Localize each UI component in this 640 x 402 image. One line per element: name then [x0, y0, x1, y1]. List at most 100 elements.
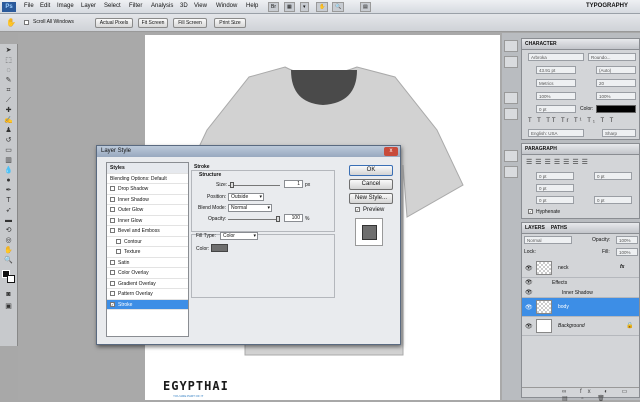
print-size-button[interactable]: Print Size: [214, 18, 246, 28]
style-item-contour[interactable]: Contour: [107, 237, 188, 247]
hand-icon[interactable]: ✋: [316, 2, 329, 12]
opacity-input[interactable]: 100: [284, 214, 303, 222]
leading-field[interactable]: (Auto): [596, 66, 636, 74]
checkbox-icon[interactable]: [110, 217, 115, 223]
style-item-pattern-overlay[interactable]: Pattern Overlay: [107, 289, 188, 300]
quick-mask-icon[interactable]: ◙: [3, 290, 14, 299]
scroll-all-checkbox[interactable]: [24, 20, 32, 26]
dock-clone-source-icon[interactable]: [504, 166, 518, 178]
dialog-titlebar[interactable]: Layer Style x: [97, 146, 400, 157]
3d-orbit-icon[interactable]: ◎: [3, 236, 14, 245]
font-style-select[interactable]: Roundo...: [588, 53, 636, 61]
layer-row-neck[interactable]: 👁 neck fx: [522, 259, 639, 278]
layer-opacity-field[interactable]: 100%: [616, 236, 638, 244]
size-slider-thumb[interactable]: [230, 182, 234, 188]
alignment-buttons[interactable]: ☰☰☰☰☰☰☰: [526, 158, 591, 166]
checkbox-icon[interactable]: [110, 270, 115, 276]
checkbox-icon[interactable]: [110, 207, 115, 213]
visibility-eye-icon[interactable]: 👁: [525, 323, 533, 330]
opacity-slider-thumb[interactable]: [276, 216, 280, 222]
space-after-field[interactable]: 0 pt: [594, 196, 632, 204]
zoom-icon[interactable]: 🔍: [332, 2, 345, 12]
quick-select-tool-icon[interactable]: ✎: [3, 76, 14, 85]
zoom-level-dropdown[interactable]: ▾: [300, 2, 309, 12]
move-tool-icon[interactable]: ➤: [3, 46, 14, 55]
style-item-drop-shadow[interactable]: Drop Shadow: [107, 184, 188, 195]
layers-footer-buttons[interactable]: ∞ fx ◐ ▭ ▤ ▫ 🗑: [522, 387, 639, 402]
close-icon[interactable]: x: [384, 147, 398, 156]
3d-rotate-icon[interactable]: ⟲: [3, 226, 14, 235]
size-input[interactable]: 1: [284, 180, 303, 188]
layer-row-background[interactable]: 👁 Background 🔒: [522, 317, 639, 336]
blending-options-item[interactable]: Blending Options: Default: [107, 174, 188, 184]
arrange-documents-icon[interactable]: ▤: [360, 2, 371, 12]
layer-effect-inner-shadow[interactable]: 👁 Inner Shadow: [522, 288, 639, 298]
visibility-eye-icon[interactable]: 👁: [525, 279, 533, 286]
checkbox-checked-icon[interactable]: ✓: [110, 301, 115, 307]
indent-left-field[interactable]: 0 pt: [536, 172, 574, 180]
checkbox-icon[interactable]: [110, 291, 115, 297]
eyedropper-tool-icon[interactable]: ⟋: [3, 96, 14, 105]
background-color-swatch[interactable]: [7, 275, 15, 283]
crop-tool-icon[interactable]: ⌗: [3, 86, 14, 95]
tab-character[interactable]: CHARACTER: [525, 41, 557, 47]
cancel-button[interactable]: Cancel: [349, 179, 393, 190]
dock-swatches-icon[interactable]: [504, 92, 518, 104]
menu-help[interactable]: Help: [246, 3, 258, 9]
menu-filter[interactable]: Filter: [129, 3, 142, 9]
hand-tool-icon[interactable]: ✋: [6, 18, 16, 27]
gradient-tool-icon[interactable]: ▥: [3, 156, 14, 165]
checkbox-icon[interactable]: [110, 196, 115, 202]
indent-right-field[interactable]: 0 pt: [594, 172, 632, 180]
hand-tool-icon[interactable]: ✋: [3, 246, 14, 255]
dock-history-icon[interactable]: [504, 40, 518, 52]
style-item-bevel-emboss[interactable]: Bevel and Emboss: [107, 226, 188, 237]
ok-button[interactable]: OK: [349, 165, 393, 176]
fill-screen-button[interactable]: Fill Screen: [173, 18, 207, 28]
tab-paragraph[interactable]: PARAGRAPH: [525, 146, 557, 152]
checkbox-icon[interactable]: [110, 228, 115, 234]
space-before-field[interactable]: 0 pt: [536, 196, 574, 204]
styles-header[interactable]: Styles: [107, 163, 188, 174]
layer-row-body[interactable]: 👁 body: [522, 298, 639, 317]
menu-edit[interactable]: Edit: [40, 3, 50, 9]
new-style-button[interactable]: New Style...: [349, 193, 393, 204]
style-item-outer-glow[interactable]: Outer Glow: [107, 205, 188, 216]
baseline-shift-field[interactable]: 0 pt: [536, 105, 576, 113]
layer-name[interactable]: body: [558, 304, 569, 310]
checkbox-icon[interactable]: [116, 238, 121, 244]
blur-tool-icon[interactable]: 💧: [3, 166, 14, 175]
text-style-buttons[interactable]: T T TT Tr T¹ T₁ T T: [528, 118, 615, 124]
menu-select[interactable]: Select: [104, 3, 121, 9]
hyphenate-checkbox[interactable]: ✓: [528, 209, 536, 215]
layer-name[interactable]: neck: [558, 265, 569, 271]
brush-tool-icon[interactable]: ✍: [3, 116, 14, 125]
visibility-eye-icon[interactable]: 👁: [525, 265, 533, 272]
clone-stamp-icon[interactable]: ♟: [3, 126, 14, 135]
style-item-satin[interactable]: Satin: [107, 258, 188, 268]
visibility-eye-icon[interactable]: 👁: [525, 289, 533, 296]
shape-tool-icon[interactable]: ▬: [3, 216, 14, 225]
actual-pixels-button[interactable]: Actual Pixels: [95, 18, 133, 28]
font-family-select[interactable]: Arbroka: [528, 53, 584, 61]
checkbox-icon[interactable]: [110, 259, 115, 265]
menu-3d[interactable]: 3D: [180, 3, 188, 9]
font-size-field[interactable]: 43.91 pt: [536, 66, 576, 74]
style-item-color-overlay[interactable]: Color Overlay: [107, 268, 188, 279]
fill-type-select[interactable]: Color: [220, 232, 258, 240]
menu-analysis[interactable]: Analysis: [151, 3, 173, 9]
size-slider-track[interactable]: [228, 185, 280, 186]
stroke-color-swatch[interactable]: [211, 244, 228, 252]
blend-mode-select[interactable]: Normal: [524, 236, 572, 244]
style-item-texture[interactable]: Texture: [107, 247, 188, 258]
fx-icon[interactable]: fx: [620, 264, 624, 270]
layer-fill-field[interactable]: 100%: [616, 248, 638, 256]
preview-checkbox[interactable]: ✓: [355, 207, 363, 213]
dock-actions-icon[interactable]: [504, 56, 518, 68]
menu-view[interactable]: View: [194, 3, 207, 9]
indent-first-field[interactable]: 0 pt: [536, 184, 574, 192]
layer-effects-row[interactable]: 👁 Effects: [522, 278, 639, 288]
position-select[interactable]: Outside: [228, 193, 264, 201]
healing-brush-icon[interactable]: ✚: [3, 106, 14, 115]
language-select[interactable]: English: USA: [528, 129, 584, 137]
